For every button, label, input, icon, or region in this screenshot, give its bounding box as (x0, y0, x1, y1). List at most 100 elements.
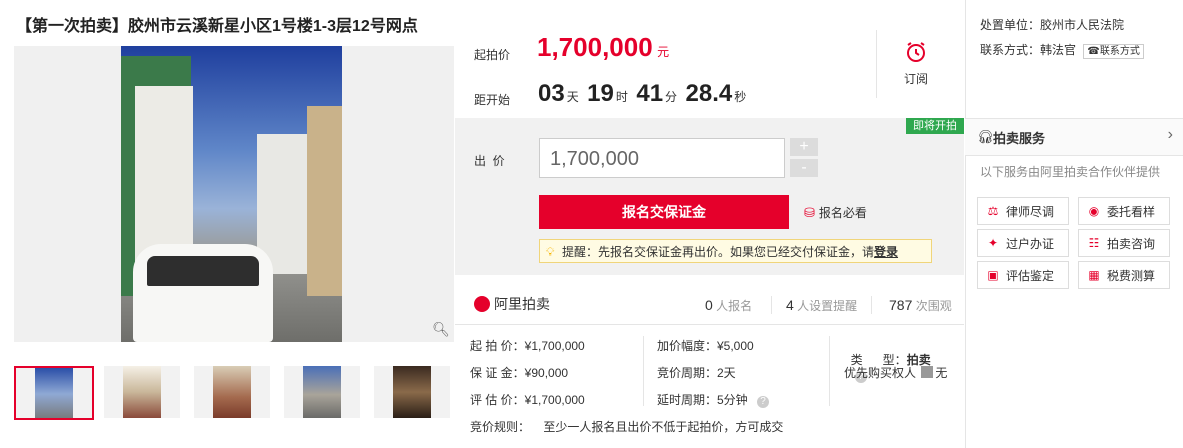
status-badge: 即将开拍 (906, 118, 964, 134)
service-lawyer-button[interactable]: ⚖ 律师尽调 (977, 197, 1069, 225)
brand: 阿里拍卖 (474, 294, 550, 314)
countdown-minutes: 41 (636, 80, 664, 107)
main-image-viewer[interactable]: 🔍︎ (14, 46, 454, 342)
thumbnail-1[interactable] (14, 366, 94, 420)
brand-name: 阿里拍卖 (494, 296, 550, 312)
court-contact: 联系方式：韩法官 ☎联系方式 (980, 41, 1144, 59)
page-title: 【第一次拍卖】胶州市云溪新星小区1号楼1-3层12号网点 (16, 18, 418, 35)
must-see-link[interactable]: ⛁ 报名必看 (804, 204, 867, 221)
service-label: 过户办证 (1006, 237, 1055, 251)
service-label: 委托看样 (1107, 205, 1156, 219)
court-contact-label: 联系方式： (980, 43, 1041, 57)
detail-rule: 竞价规则： 至少一人报名且出价不低于起拍价，方可成交 (470, 418, 783, 435)
detail-rule-value: 至少一人报名且出价不低于起拍价，方可成交 (543, 420, 784, 434)
chat-icon: ☷ (1088, 236, 1100, 250)
detail-priority-label: 优先购买权人 (844, 366, 917, 380)
service-transfer-button[interactable]: ✦ 过户办证 (977, 229, 1069, 257)
services-header[interactable]: 🎧︎ 拍卖服务 › (965, 118, 1183, 156)
thumbnail-4[interactable] (284, 366, 360, 418)
divider (771, 296, 772, 314)
countdown-days-unit: 天 (566, 90, 579, 104)
detail-deposit: 保 证 金：¥90,000 (470, 366, 569, 380)
lightbulb-icon: 💡︎ (546, 245, 555, 259)
detail-increment: 加价幅度：¥5,000 (657, 339, 754, 353)
detail-priority-value: 无 (935, 366, 948, 380)
must-see-label: 报名必看 (818, 206, 867, 220)
court-contact-person: 韩法官 (1040, 43, 1077, 57)
start-price-label: 起拍价 (474, 48, 511, 62)
countdown-hours: 19 (587, 80, 614, 107)
service-view-sample-button[interactable]: ◉ 委托看样 (1078, 197, 1170, 225)
detail-priority: 优先购买权人 无 (844, 364, 947, 381)
countdown-seconds-unit: 秒 (734, 90, 747, 104)
calculator-icon: ▦ (1088, 268, 1100, 282)
detail-delay-text: 延时周期：5分钟 (657, 393, 748, 407)
detail-appraisal: 评 估 价：¥1,700,000 (470, 393, 585, 407)
service-consult-button[interactable]: ☷ 拍卖咨询 (1078, 229, 1170, 257)
views-num: 787 (889, 297, 913, 313)
headset-icon: 🎧︎ (977, 129, 994, 144)
lawyer-icon: ⚖ (987, 204, 999, 218)
divider (871, 296, 872, 314)
countdown-seconds: 28.4 (685, 80, 733, 107)
enroll-deposit-button[interactable]: 报名交保证金 (539, 195, 789, 229)
thumbnail-5[interactable] (374, 366, 450, 418)
detail-delay: 延时周期：5分钟 ? (657, 391, 770, 408)
enrolled-count: 0 人报名 (705, 297, 752, 314)
reminders-num: 4 (786, 297, 794, 313)
login-link[interactable]: 登录 (874, 245, 898, 259)
divider (455, 324, 964, 325)
detail-rule-label: 竞价规则： (470, 420, 531, 434)
certificate-icon: ✦ (987, 236, 999, 250)
enrolled-label: 人报名 (716, 299, 753, 313)
reminder-count: 4 人设置提醒 (786, 297, 857, 314)
start-price: 1,700,000 元 (537, 32, 669, 63)
thumbnail-3[interactable] (194, 366, 270, 418)
countdown: 03 天 19 时 41 分 28.4 秒 (538, 80, 750, 108)
countdown-minutes-unit: 分 (665, 90, 678, 104)
countdown-days: 03 (538, 80, 565, 107)
service-appraisal-button[interactable]: ▣ 评估鉴定 (977, 261, 1069, 289)
court-unit: 处置单位：胶州市人民法院 (980, 16, 1124, 33)
alarm-clock-icon (907, 42, 925, 62)
tip-text: 提醒：先报名交保证金再出价。如果您已经交付保证金，请 (562, 245, 875, 259)
help-icon[interactable]: ? (757, 396, 770, 408)
contact-button[interactable]: ☎联系方式 (1083, 44, 1144, 59)
magnifier-icon[interactable]: 🔍︎ (432, 320, 450, 338)
divider (876, 30, 877, 98)
reminders-label: 人设置提醒 (797, 299, 858, 313)
property-photo (121, 46, 342, 342)
start-price-value: 1,700,000 (537, 32, 653, 62)
service-label: 拍卖咨询 (1107, 237, 1156, 251)
phone-icon: ☎ (1087, 46, 1100, 57)
services-title: 拍卖服务 (993, 131, 1046, 146)
document-icon[interactable] (921, 366, 934, 378)
location-pin-icon: ◉ (1088, 204, 1100, 218)
increase-button[interactable]: + (790, 138, 818, 156)
enrolled-num: 0 (705, 297, 713, 313)
divider (643, 336, 644, 406)
decrease-button[interactable]: - (790, 159, 818, 177)
chevron-right-icon[interactable]: › (1168, 126, 1173, 144)
divider (829, 336, 830, 406)
subscribe-button[interactable]: 订阅 (886, 38, 946, 87)
thumbnail-2[interactable] (104, 366, 180, 418)
service-tax-button[interactable]: ▦ 税费测算 (1078, 261, 1170, 289)
service-label: 税费测算 (1107, 269, 1156, 283)
coins-icon: ⛁ (804, 205, 815, 220)
start-price-unit: 元 (657, 45, 670, 59)
view-count: 787 次围观 (889, 297, 952, 314)
subscribe-label: 订阅 (903, 72, 928, 86)
court-unit-value[interactable]: 胶州市人民法院 (1040, 18, 1124, 32)
countdown-label: 距开始 (474, 93, 511, 107)
views-label: 次围观 (915, 299, 952, 313)
detail-period: 竞价周期：2天 (657, 366, 736, 380)
ali-auction-logo-icon (474, 296, 490, 312)
bid-input[interactable]: 1,700,000 (539, 138, 785, 178)
court-unit-label: 处置单位： (980, 18, 1041, 32)
bid-label: 出 价 (474, 154, 505, 168)
services-desc: 以下服务由阿里拍卖合作伙伴提供 (980, 165, 1161, 179)
service-label: 评估鉴定 (1006, 269, 1055, 283)
detail-start-price: 起 拍 价：¥1,700,000 (470, 339, 585, 353)
countdown-hours-unit: 时 (615, 90, 628, 104)
